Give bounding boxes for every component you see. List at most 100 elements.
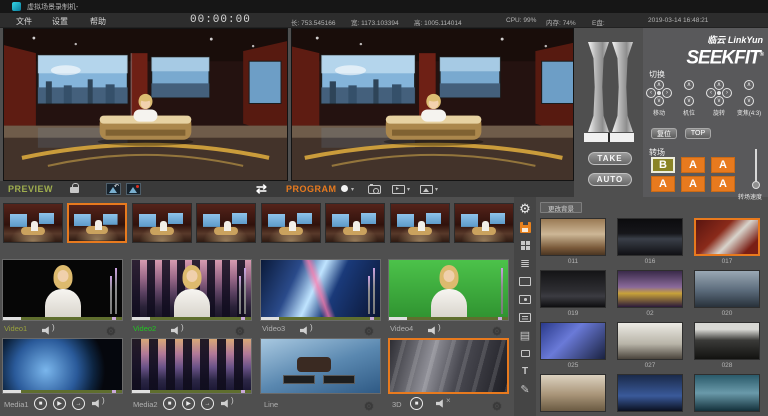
media1-stop-button[interactable]: ■	[34, 397, 47, 410]
top-button[interactable]: TOP	[685, 128, 711, 139]
media1-speaker-icon[interactable]	[92, 399, 102, 408]
line-thumbnail[interactable]	[260, 338, 381, 394]
image-output-icon[interactable]	[420, 185, 433, 194]
monitor-chart-icon[interactable]	[515, 310, 535, 324]
transition-button-a5[interactable]: A	[711, 176, 735, 192]
filmstrip-thumb-3[interactable]	[132, 203, 192, 243]
tbar-base[interactable]	[584, 133, 634, 142]
scene-tile-017-selected[interactable]	[694, 218, 760, 256]
scene-tile[interactable]	[694, 374, 760, 412]
take-button[interactable]: TAKE	[588, 152, 632, 165]
transition-preview-live-icon[interactable]	[126, 183, 141, 195]
pad-move-down-icon[interactable]: ∨	[654, 96, 664, 106]
pen-icon[interactable]	[515, 382, 535, 396]
media1-thumbnail[interactable]	[2, 338, 123, 394]
menu-settings[interactable]: 设置	[52, 16, 68, 27]
reset-button[interactable]: 复位	[651, 128, 677, 139]
caption-chip	[283, 375, 315, 384]
filmstrip-thumb-8[interactable]	[454, 203, 514, 243]
menu-help[interactable]: 帮助	[90, 16, 106, 27]
video4-thumbnail[interactable]	[388, 259, 509, 321]
media1-next-button[interactable]: →	[72, 397, 85, 410]
studio-scene-program	[292, 29, 573, 180]
video1-speaker-icon[interactable]	[42, 326, 52, 335]
pad-move-right-icon[interactable]: ›	[662, 88, 672, 98]
text-tool-icon[interactable]	[515, 364, 535, 378]
video3-thumbnail[interactable]	[260, 259, 381, 321]
scene-tile[interactable]	[540, 374, 606, 412]
pad-rotate-down-icon[interactable]: ∨	[714, 96, 724, 106]
brand-logo: 临云 LinkYun SEEKFIT®	[686, 33, 763, 67]
image-caret-icon[interactable]: ▾	[435, 186, 438, 193]
3d-thumbnail-selected[interactable]	[388, 338, 509, 394]
record-icon[interactable]	[341, 185, 348, 192]
scene-tile-011[interactable]	[540, 218, 606, 256]
menu-bar: 文件 设置 帮助 00:00:00 长: 753.545166 宽: 1173.…	[0, 13, 768, 28]
video2-thumbnail[interactable]	[131, 259, 252, 321]
scene-tile-028[interactable]	[694, 322, 760, 360]
media2-next-button[interactable]: →	[201, 397, 214, 410]
stream-output-icon[interactable]	[392, 185, 405, 194]
scene-tile-016[interactable]	[617, 218, 683, 256]
3d-stop-button[interactable]: ■	[410, 397, 423, 410]
monitor-icon[interactable]	[515, 274, 535, 288]
pad-zoom-down-icon[interactable]: ∨	[744, 96, 754, 106]
transition-button-a2[interactable]: A	[711, 157, 735, 173]
video2-speaker-icon[interactable]	[171, 326, 181, 335]
video3-speaker-icon[interactable]	[300, 326, 310, 335]
snapshot-camera-icon[interactable]	[368, 185, 381, 194]
filmstrip-thumb-4[interactable]	[196, 203, 256, 243]
lock-icon[interactable]	[70, 187, 79, 193]
transition-speed-slider[interactable]	[752, 149, 760, 191]
slider-knob[interactable]	[752, 181, 760, 189]
monitor-light-icon[interactable]	[515, 292, 535, 306]
filmstrip-thumb-1[interactable]	[3, 203, 63, 243]
pad-zoom-up-icon[interactable]: ∧	[744, 80, 754, 90]
transition-button-a4[interactable]: A	[681, 176, 705, 192]
pad-position-down-icon[interactable]: ∨	[684, 96, 694, 106]
swap-preview-program-icon[interactable]: ⇄	[256, 181, 267, 197]
filmstrip-thumb-6[interactable]	[325, 203, 385, 243]
list-icon[interactable]	[515, 256, 535, 270]
window-icon[interactable]	[515, 346, 535, 360]
line-settings-icon[interactable]	[364, 397, 374, 415]
transition-button-b[interactable]: B	[651, 157, 675, 173]
pad-position-up-icon[interactable]: ∧	[684, 80, 694, 90]
auto-button[interactable]: AUTO	[588, 173, 632, 186]
media2-stop-button[interactable]: ■	[163, 397, 176, 410]
media2-speaker-icon[interactable]	[221, 399, 231, 408]
settings-gear-icon[interactable]	[515, 202, 535, 216]
filmstrip-thumb-5[interactable]	[261, 203, 321, 243]
pad-rotate-right-icon[interactable]: ›	[722, 88, 732, 98]
save-icon[interactable]	[515, 220, 535, 234]
media2-thumbnail[interactable]	[131, 338, 252, 394]
video4-speaker-icon[interactable]	[428, 326, 438, 335]
record-caret-icon[interactable]: ▾	[351, 186, 354, 193]
scene-tile-027[interactable]	[617, 322, 683, 360]
stream-caret-icon[interactable]: ▾	[407, 186, 410, 193]
filmstrip-thumb-7[interactable]	[390, 203, 450, 243]
pad-move-left-icon[interactable]: ‹	[646, 88, 656, 98]
transition-button-a3[interactable]: A	[651, 176, 675, 192]
video1-thumbnail[interactable]	[2, 259, 123, 321]
transition-preview-icon[interactable]	[106, 183, 121, 195]
grid-layout-icon[interactable]	[515, 238, 535, 252]
3d-speaker-muted-icon[interactable]	[436, 399, 446, 408]
layers-icon[interactable]	[515, 328, 535, 342]
pad-rotate-left-icon[interactable]: ‹	[706, 88, 716, 98]
tbar-handle-right[interactable]	[612, 42, 633, 132]
filmstrip-thumb-2-selected[interactable]	[67, 203, 127, 243]
scene-tile[interactable]	[617, 374, 683, 412]
scene-tile-019[interactable]	[540, 270, 606, 308]
change-background-button[interactable]: 更改背景	[540, 202, 582, 213]
scene-label: 020	[694, 310, 760, 317]
media2-play-button[interactable]: ▶	[182, 397, 195, 410]
menu-file[interactable]: 文件	[16, 16, 32, 27]
3d-settings-icon[interactable]	[492, 397, 502, 415]
transition-button-a1[interactable]: A	[681, 157, 705, 173]
tbar-handle-left[interactable]	[588, 42, 609, 132]
scene-tile-020[interactable]	[694, 270, 760, 308]
scene-tile-02[interactable]	[617, 270, 683, 308]
media1-play-button[interactable]: ▶	[53, 397, 66, 410]
scene-tile-025[interactable]	[540, 322, 606, 360]
